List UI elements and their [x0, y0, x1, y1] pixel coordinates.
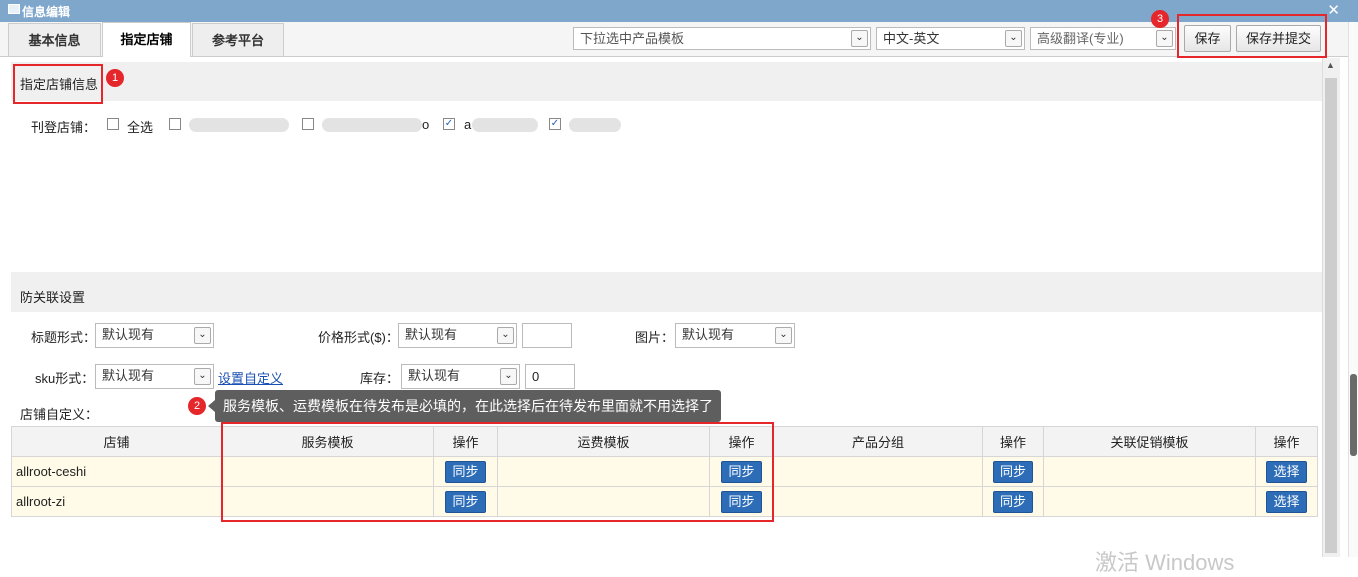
annotation-badge-3: 3: [1151, 10, 1169, 28]
col-header-action: 操作: [982, 426, 1044, 457]
chevron-down-icon: ⌄: [194, 368, 211, 385]
shop-custom-label: 店铺自定义：: [20, 407, 99, 422]
image-label: 图片：: [635, 330, 675, 345]
price-format-value: 默认现有: [405, 327, 458, 342]
sync-button[interactable]: 同步: [992, 460, 1033, 483]
shop-checkbox-2[interactable]: [302, 118, 314, 130]
sku-format-label: sku形式：: [35, 371, 95, 386]
annotation-box-1: [13, 64, 103, 104]
shop-name-suffix-2: o: [422, 117, 430, 132]
select-all-label: 全选: [127, 120, 154, 135]
title-format-label: 标题形式：: [31, 330, 97, 345]
chevron-down-icon: ⌄: [497, 327, 514, 344]
shop-name-redacted-1: [189, 118, 289, 132]
shop-name-redacted-2: [322, 118, 422, 132]
product-group-cell[interactable]: [773, 456, 983, 487]
shop-checkbox-1[interactable]: [169, 118, 181, 130]
annotation-box-3: [1177, 14, 1327, 58]
language-select[interactable]: 中文-英文 ⌄: [876, 27, 1025, 50]
sku-format-value: 默认现有: [102, 368, 155, 383]
product-template-placeholder: 下拉选中产品模板: [580, 31, 685, 46]
image-value: 默认现有: [682, 327, 735, 342]
annotation-badge-1: 1: [106, 69, 124, 87]
product-group-cell[interactable]: [773, 486, 983, 517]
stock-input[interactable]: 0: [525, 364, 575, 389]
chevron-down-icon: ⌄: [500, 368, 517, 385]
sku-format-select[interactable]: 默认现有 ⌄: [95, 364, 214, 389]
shop-checkbox-3[interactable]: ✓: [443, 118, 455, 130]
shop-cell: allroot-ceshi: [11, 456, 222, 487]
col-header-product-group: 产品分组: [773, 426, 983, 457]
shop-info-section-header: 指定店铺信息: [11, 62, 1322, 101]
shop-cell: allroot-zi: [11, 486, 222, 517]
custom-setting-link[interactable]: 设置自定义: [218, 368, 283, 387]
product-template-select[interactable]: 下拉选中产品模板 ⌄: [573, 27, 871, 50]
publish-shops-label: 刊登店铺：: [31, 120, 97, 135]
price-format-label: 价格形式($)：: [318, 330, 399, 345]
tooltip-required-templates: 服务模板、运费模板在待发布是必填的，在此选择后在待发布里面就不用选择了: [208, 390, 721, 422]
window-icon: [8, 4, 20, 14]
scroll-up-icon[interactable]: ▲: [1326, 60, 1335, 70]
tab-basic-info[interactable]: 基本信息: [8, 23, 101, 56]
translation-select[interactable]: 高级翻译(专业) ⌄: [1030, 27, 1176, 50]
chevron-down-icon: ⌄: [1156, 30, 1173, 47]
title-format-select[interactable]: 默认现有 ⌄: [95, 323, 214, 348]
promo-template-cell[interactable]: [1043, 486, 1256, 517]
close-icon[interactable]: ✕: [1327, 1, 1340, 19]
chevron-down-icon: ⌄: [851, 30, 868, 47]
outer-scrollbar-thumb[interactable]: [1350, 374, 1357, 456]
col-header-action: 操作: [1255, 426, 1318, 457]
chevron-down-icon: ⌄: [194, 327, 211, 344]
windows-activation-watermark: 激活 Windows: [1095, 550, 1235, 575]
col-header-promo-template: 关联促销模板: [1043, 426, 1256, 457]
col-header-shop: 店铺: [11, 426, 222, 457]
chevron-down-icon: ⌄: [775, 327, 792, 344]
promo-template-cell[interactable]: [1043, 456, 1256, 487]
outer-scrollbar[interactable]: [1348, 22, 1358, 557]
tab-bar: 基本信息 指定店铺 参考平台 下拉选中产品模板 ⌄ 中文-英文 ⌄ 高级翻译(专…: [0, 22, 1358, 57]
translation-value: 高级翻译(专业): [1037, 31, 1124, 46]
shop-name-redacted-3: [472, 118, 538, 132]
choose-button[interactable]: 选择: [1266, 490, 1307, 513]
choose-button[interactable]: 选择: [1266, 460, 1307, 483]
anti-assoc-title: 防关联设置: [20, 290, 86, 305]
window-title: 信息编辑: [22, 5, 71, 19]
stock-label: 库存：: [360, 371, 400, 386]
tab-reference-platform[interactable]: 参考平台: [192, 23, 284, 56]
sync-button[interactable]: 同步: [992, 490, 1033, 513]
select-all-checkbox[interactable]: [107, 118, 119, 130]
stock-value: 默认现有: [408, 368, 461, 383]
price-input[interactable]: [522, 323, 572, 348]
vertical-scrollbar[interactable]: ▲: [1322, 58, 1340, 557]
tab-designated-shop[interactable]: 指定店铺: [102, 22, 191, 57]
price-format-select[interactable]: 默认现有 ⌄: [398, 323, 517, 348]
stock-select[interactable]: 默认现有 ⌄: [401, 364, 520, 389]
annotation-box-2: [221, 422, 774, 522]
title-format-value: 默认现有: [102, 327, 155, 342]
chevron-down-icon: ⌄: [1005, 30, 1022, 47]
anti-assoc-section-header: 防关联设置: [11, 272, 1322, 312]
shop-name-suffix-3: a: [464, 117, 472, 132]
image-select[interactable]: 默认现有 ⌄: [675, 323, 795, 348]
annotation-badge-2: 2: [188, 397, 206, 415]
scrollbar-thumb[interactable]: [1325, 78, 1337, 553]
shop-name-redacted-4: [569, 118, 621, 132]
shop-checkbox-4[interactable]: ✓: [549, 118, 561, 130]
language-value: 中文-英文: [883, 31, 940, 46]
